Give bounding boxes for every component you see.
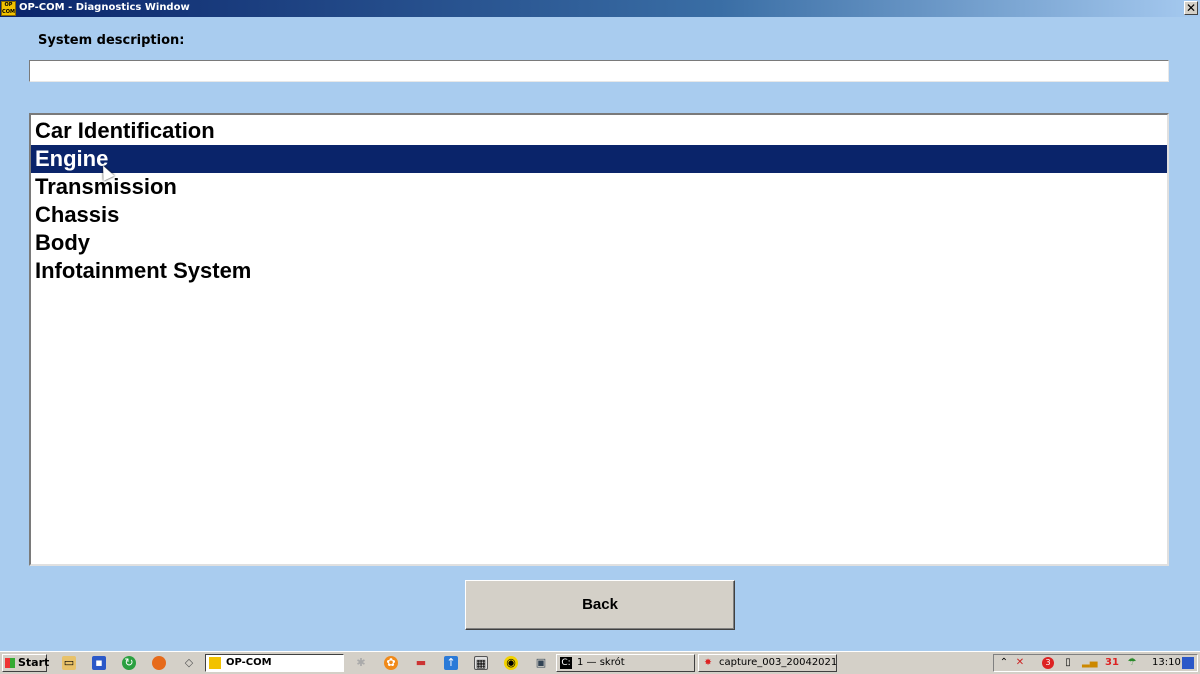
- blue-app-icon[interactable]: ↑: [444, 656, 458, 670]
- save-disk-icon[interactable]: ▪: [92, 656, 106, 670]
- back-button[interactable]: Back: [465, 580, 735, 630]
- system-description-field[interactable]: [29, 60, 1169, 82]
- folder-icon[interactable]: ▭: [62, 656, 76, 670]
- green-arrow-icon[interactable]: ↻: [122, 656, 136, 670]
- opcom-icon: [209, 657, 221, 669]
- task-label: 1 — skrót: [577, 657, 625, 668]
- wifi-icon[interactable]: ☂: [1126, 657, 1138, 669]
- network-error-icon[interactable]: ✕: [1014, 657, 1026, 669]
- opcom-app-icon: OP COM: [1, 1, 16, 16]
- title-bar: OP COM OP-COM - Diagnostics Window ✕: [0, 0, 1200, 17]
- calculator-icon[interactable]: ▦: [474, 656, 488, 670]
- media-player-icon[interactable]: ◉: [504, 656, 518, 670]
- task-button-opcom[interactable]: OP-COM: [205, 654, 344, 672]
- capture-icon: ✸: [704, 658, 712, 668]
- network-icon[interactable]: ▣: [534, 656, 548, 670]
- battery-icon[interactable]: ▯: [1062, 657, 1074, 669]
- eraser-icon[interactable]: ◇: [182, 656, 196, 670]
- list-item-chassis[interactable]: Chassis: [31, 201, 1167, 229]
- car-icon[interactable]: ▬: [414, 656, 428, 670]
- task-button-capture[interactable]: ✸ capture_003_20042021...: [698, 654, 837, 672]
- windows-flag-icon: [5, 658, 15, 668]
- cmd-icon: C:: [560, 657, 572, 669]
- system-description-label: System description:: [38, 33, 185, 48]
- list-item-infotainment-system[interactable]: Infotainment System: [31, 257, 1167, 285]
- start-button[interactable]: Start: [2, 654, 50, 672]
- list-item-transmission[interactable]: Transmission: [31, 173, 1167, 201]
- firefox-icon[interactable]: [152, 656, 166, 670]
- list-item-engine[interactable]: Engine: [31, 145, 1167, 173]
- task-button-cmd[interactable]: C: 1 — skrót: [556, 654, 695, 672]
- list-item-body[interactable]: Body: [31, 229, 1167, 257]
- task-label: capture_003_20042021...: [719, 657, 837, 668]
- close-button[interactable]: ✕: [1184, 1, 1198, 15]
- task-label: OP-COM: [226, 657, 272, 668]
- desktop-icon[interactable]: [1182, 657, 1194, 669]
- signal-icon[interactable]: ▂▄: [1082, 657, 1097, 669]
- clock: 13:10: [1152, 657, 1181, 668]
- start-label: Start: [18, 656, 50, 669]
- chevron-up-icon[interactable]: ⌃: [998, 657, 1010, 669]
- window-title: OP-COM - Diagnostics Window: [19, 2, 190, 13]
- orange-app-icon[interactable]: ✿: [384, 656, 398, 670]
- tray-counter[interactable]: 31: [1102, 657, 1122, 669]
- list-item-car-identification[interactable]: Car Identification: [31, 117, 1167, 145]
- fan-icon[interactable]: ✱: [354, 656, 368, 670]
- systems-list[interactable]: Car Identification Engine Transmission C…: [29, 113, 1169, 566]
- system-tray: ⌃ ✕ 3 ▯ ▂▄ 31 ☂ 13:10: [993, 654, 1198, 672]
- taskbar: Start ▭ ▪ ↻ ◇ OP-COM ✱ ✿ ▬ ↑ ▦ ◉ ▣ C: 1 …: [0, 651, 1200, 674]
- notification-badge-icon[interactable]: 3: [1042, 657, 1054, 669]
